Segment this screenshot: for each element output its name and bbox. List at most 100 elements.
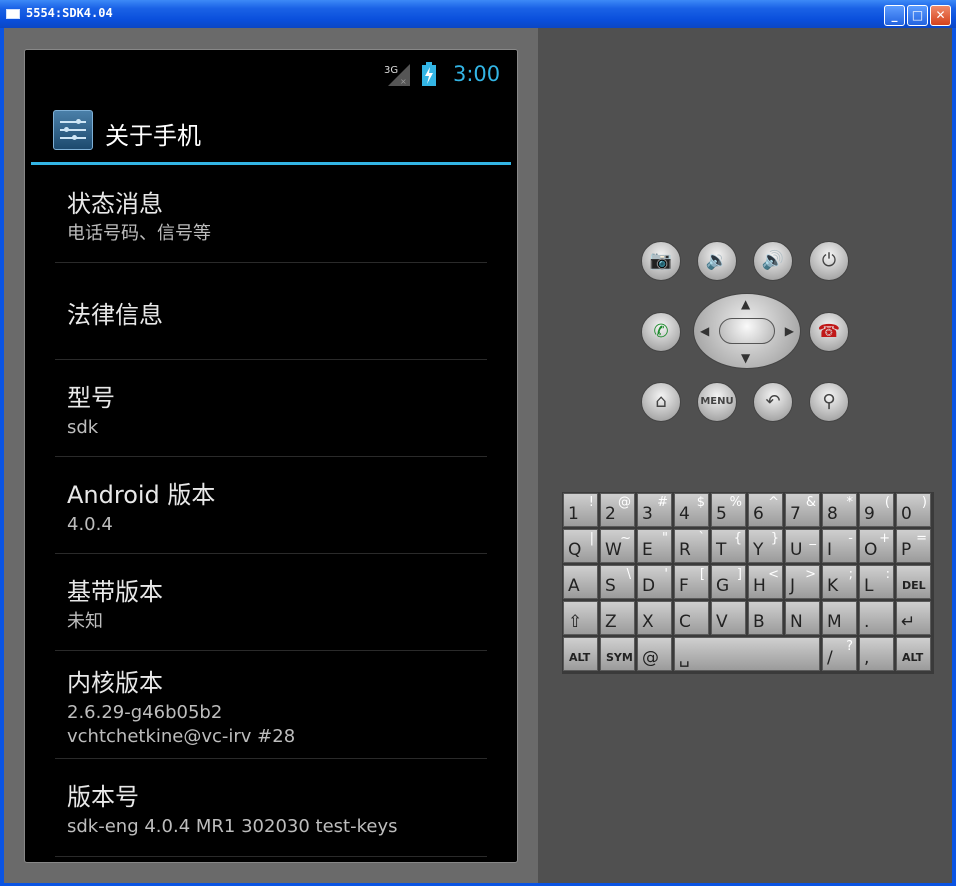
key-del[interactable]: DEL [896, 565, 931, 599]
key-7[interactable]: 7 & [785, 493, 820, 527]
key-label: B [753, 612, 765, 632]
home-button[interactable]: ⌂ [641, 382, 681, 422]
list-item-title: 内核版本 [67, 669, 163, 697]
key-label: I [827, 540, 833, 560]
key-2[interactable]: 2 @ [600, 493, 635, 527]
key-f[interactable]: F[ [674, 565, 709, 599]
volume-down-button[interactable]: 🔉 [697, 241, 737, 281]
key-x[interactable]: X [637, 601, 672, 635]
key-s[interactable]: S \ [600, 565, 635, 599]
key-[interactable]: . [859, 601, 894, 635]
key-n[interactable]: N [785, 601, 820, 635]
key-alt-label: ; [848, 567, 853, 582]
key-[interactable]: ⇧ [563, 601, 598, 635]
key-3[interactable]: 3 # [637, 493, 672, 527]
key-alt-label: \ [626, 567, 631, 582]
key-at[interactable]: @ [637, 637, 672, 671]
key-u[interactable]: U _ [785, 529, 820, 563]
key-w[interactable]: W ~ [600, 529, 635, 563]
key-5[interactable]: 5% [711, 493, 746, 527]
key-label: / [827, 648, 833, 668]
key-[interactable]: ↵ [896, 601, 931, 635]
key-a[interactable]: A [563, 565, 598, 599]
key-label: 3 [642, 504, 653, 524]
list-item-status[interactable]: 状态消息 电话号码、信号等 [55, 166, 487, 263]
title-bar[interactable]: 5554:SDK4.04 _ □ ✕ [0, 0, 956, 28]
key-l[interactable]: L: [859, 565, 894, 599]
key-o[interactable]: O + [859, 529, 894, 563]
volume-up-button[interactable]: 🔊 [753, 241, 793, 281]
key-label: ␣ [679, 648, 690, 668]
dpad-right-icon[interactable]: ▶ [785, 324, 794, 338]
key-space[interactable]: ␣ [674, 637, 820, 671]
key-g[interactable]: G] [711, 565, 746, 599]
key-comma[interactable]: , [859, 637, 894, 671]
key-alt-left[interactable]: ALT [563, 637, 598, 671]
key-b[interactable]: B [748, 601, 783, 635]
key-label: R [679, 540, 691, 560]
key-label: 5 [716, 504, 727, 524]
call-button[interactable]: ✆ [641, 312, 681, 352]
key-p[interactable]: P = [896, 529, 931, 563]
close-button[interactable]: ✕ [930, 5, 951, 26]
list-item-legal[interactable]: 法律信息 [55, 263, 487, 360]
key-6[interactable]: 6 ^ [748, 493, 783, 527]
back-button[interactable]: ↶ [753, 382, 793, 422]
key-1[interactable]: 1! [563, 493, 598, 527]
key-t[interactable]: T{ [711, 529, 746, 563]
key-alt-label: $ [696, 495, 705, 510]
end-call-button[interactable]: ☎ [809, 312, 849, 352]
list-item-title: Android 版本 [67, 481, 216, 509]
key-e[interactable]: E " [637, 529, 672, 563]
key-r[interactable]: R ` [674, 529, 709, 563]
key-label: S [605, 576, 616, 596]
key-h[interactable]: H < [748, 565, 783, 599]
key-j[interactable]: J > [785, 565, 820, 599]
svg-text:×: × [400, 77, 407, 86]
key-c[interactable]: C [674, 601, 709, 635]
key-y[interactable]: Y} [748, 529, 783, 563]
minimize-button[interactable]: _ [884, 5, 905, 26]
dpad-center-button[interactable] [719, 318, 775, 344]
key-z[interactable]: Z [600, 601, 635, 635]
key-9[interactable]: 9( [859, 493, 894, 527]
dpad-down-icon[interactable]: ▼ [741, 351, 750, 365]
key-8[interactable]: 8 * [822, 493, 857, 527]
key-q[interactable]: Q | [563, 529, 598, 563]
key-alt-label: ? [846, 639, 853, 654]
key-alt-label: > [805, 567, 816, 582]
key-alt-label: [ [699, 567, 705, 582]
list-item-title: 基带版本 [67, 578, 163, 606]
key-alt-label: < [768, 567, 779, 582]
volume-down-icon: 🔉 [705, 250, 729, 271]
volume-up-icon: 🔊 [761, 250, 785, 271]
phone-bezel: 3G × 3:00 关于手机 状态消息 电话号码、信号等 法律信息 型号 sdk… [4, 28, 538, 883]
key-k[interactable]: K; [822, 565, 857, 599]
key-sym[interactable]: SYM [600, 637, 635, 671]
key-label: Y [753, 540, 764, 560]
list-item-title: 状态消息 [67, 190, 163, 218]
end-call-icon: ☎ [817, 321, 841, 342]
list-item-subtitle: 2.6.29-g46b05b2 [67, 702, 223, 723]
key-m[interactable]: M [822, 601, 857, 635]
maximize-button[interactable]: □ [907, 5, 928, 26]
power-button[interactable]: ⏻ [809, 241, 849, 281]
key-v[interactable]: V [711, 601, 746, 635]
dpad-up-icon[interactable]: ▲ [741, 297, 750, 311]
search-button[interactable]: ⚲ [809, 382, 849, 422]
key-i[interactable]: I- [822, 529, 857, 563]
key-slash[interactable]: /? [822, 637, 857, 671]
key-alt-label: ` [698, 531, 706, 546]
key-4[interactable]: 4 $ [674, 493, 709, 527]
window-icon [6, 9, 20, 19]
key-label: T [716, 540, 727, 560]
dpad[interactable]: ▲ ▼ ◀ ▶ [693, 293, 801, 369]
camera-button[interactable]: 📷 [641, 241, 681, 281]
key-d[interactable]: D ' [637, 565, 672, 599]
key-alt-right[interactable]: ALT [896, 637, 931, 671]
dpad-left-icon[interactable]: ◀ [700, 324, 709, 338]
settings-sliders-icon[interactable] [53, 110, 93, 150]
menu-button[interactable]: MENU [697, 382, 737, 422]
key-0[interactable]: 0) [896, 493, 931, 527]
key-label: M [827, 612, 842, 632]
